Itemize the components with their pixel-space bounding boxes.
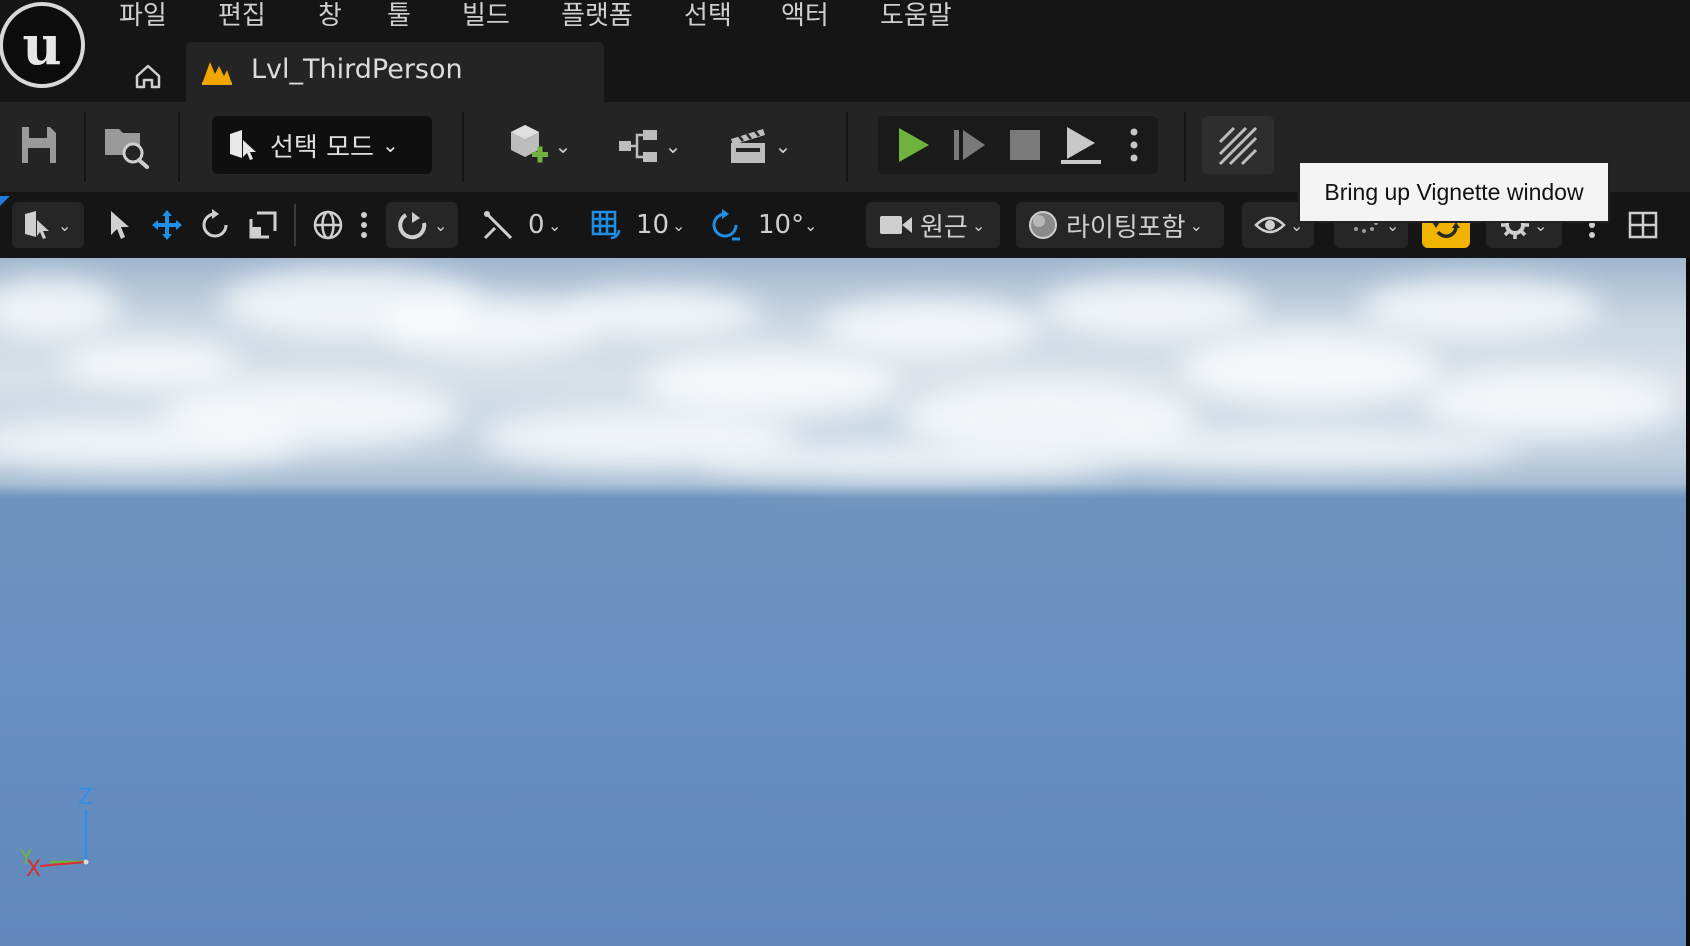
- angle-snap-value[interactable]: 0: [528, 210, 545, 240]
- eye-icon: [1254, 216, 1286, 234]
- rotation-snap-value[interactable]: 10°: [758, 210, 804, 240]
- level-tab[interactable]: Lvl_ThirdPerson: [186, 42, 604, 102]
- transform-options-button[interactable]: [356, 206, 372, 244]
- axis-z-label: Z: [78, 785, 93, 810]
- level-tab-label: Lvl_ThirdPerson: [251, 54, 463, 85]
- menu-platform[interactable]: 플랫폼: [561, 0, 633, 32]
- move-icon: [152, 210, 182, 240]
- menu-tools[interactable]: 툴: [387, 0, 411, 32]
- eject-button[interactable]: [1056, 120, 1106, 170]
- lighting-mode-dropdown[interactable]: 라이팅포함 ⌄: [1016, 202, 1224, 248]
- chevron-down-icon[interactable]: ⌄: [672, 216, 685, 235]
- simulate-button[interactable]: [944, 120, 994, 170]
- stop-icon: [1010, 130, 1040, 160]
- viewport-options-button[interactable]: ⌄: [12, 202, 84, 248]
- viewport-border: [1686, 258, 1690, 946]
- axis-y-label: Y: [19, 845, 33, 869]
- scale-icon: [249, 211, 277, 239]
- save-button[interactable]: [18, 122, 60, 168]
- grid-snap-toggle[interactable]: [586, 206, 626, 244]
- home-tab[interactable]: [125, 54, 171, 98]
- layout-grid-icon: [1628, 211, 1658, 239]
- platforms-button[interactable]: [1202, 116, 1274, 174]
- browse-content-button[interactable]: [102, 120, 152, 170]
- surface-snap-button[interactable]: ⌄: [386, 202, 458, 248]
- play-controls: [878, 116, 1158, 174]
- menu-build[interactable]: 빌드: [462, 0, 510, 32]
- home-icon: [135, 64, 161, 89]
- mode-label: 선택 모드: [270, 132, 374, 163]
- folder-search-icon: [105, 129, 149, 169]
- chevron-down-icon: ⌄: [971, 215, 986, 235]
- cinematics-button[interactable]: ⌄: [722, 120, 796, 172]
- angle-snap-icon-button[interactable]: [478, 206, 518, 244]
- mode-dropdown[interactable]: 선택 모드 ⌄: [212, 116, 432, 174]
- step-icon: [954, 130, 985, 160]
- chevron-down-icon: ⌄: [1189, 215, 1204, 235]
- angle-snap-icon: [483, 210, 513, 240]
- kebab-menu-icon: [1130, 128, 1138, 162]
- translate-tool-button[interactable]: [148, 206, 186, 244]
- kebab-menu-icon: [361, 212, 367, 238]
- menu-help[interactable]: 도움말: [880, 0, 952, 32]
- play-button[interactable]: [888, 120, 938, 170]
- chevron-down-icon: ⌄: [434, 215, 448, 235]
- cursor-icon: [111, 211, 129, 239]
- viewport-select-icon: [25, 211, 49, 239]
- grid-snap-value[interactable]: 10: [636, 210, 669, 240]
- view-mode-label: 원근: [920, 212, 968, 243]
- select-mode-icon: [230, 130, 256, 160]
- blueprint-icon: [618, 130, 657, 162]
- perspective-dropdown[interactable]: 원근 ⌄: [866, 202, 1000, 248]
- world-local-toggle[interactable]: [308, 206, 348, 244]
- rotate-icon: [202, 209, 228, 238]
- play-options-button[interactable]: [1116, 120, 1152, 170]
- vignette-tooltip: Bring up Vignette window: [1298, 161, 1610, 223]
- hatch-icon: [1218, 126, 1258, 166]
- menu-actor[interactable]: 액터: [781, 0, 829, 32]
- layout-button[interactable]: [1624, 206, 1662, 244]
- chevron-down-icon[interactable]: ⌄: [548, 216, 561, 235]
- stop-button[interactable]: [1000, 120, 1050, 170]
- unreal-logo-icon[interactable]: u: [0, 0, 86, 90]
- save-icon: [22, 127, 56, 163]
- add-actor-button[interactable]: ⌄: [502, 120, 576, 172]
- clapperboard-icon: [730, 129, 765, 163]
- lit-sphere-icon: [1029, 211, 1057, 239]
- play-icon: [899, 128, 929, 162]
- scale-tool-button[interactable]: [244, 206, 282, 244]
- level-viewport[interactable]: Z X Y: [0, 258, 1686, 946]
- rotation-snap-toggle[interactable]: [706, 206, 746, 244]
- rotate-tool-button[interactable]: [196, 206, 234, 244]
- svg-text:u: u: [22, 13, 61, 77]
- rotation-snap-icon: [712, 209, 740, 241]
- chevron-down-icon: ⌄: [774, 134, 792, 158]
- lighting-label: 라이팅포함: [1066, 212, 1186, 243]
- menu-file[interactable]: 파일: [119, 0, 167, 32]
- add-actor-icon: [510, 125, 548, 163]
- axis-gizmo: Z X Y: [19, 785, 93, 880]
- eject-icon: [1061, 127, 1101, 164]
- select-tool-button[interactable]: [104, 206, 136, 244]
- chevron-down-icon: ⌄: [58, 215, 72, 235]
- level-icon: [202, 62, 232, 85]
- globe-icon: [313, 210, 343, 240]
- magnet-icon: [398, 212, 427, 240]
- menu-edit[interactable]: 편집: [218, 0, 266, 32]
- chevron-down-icon[interactable]: ⌄: [804, 216, 817, 235]
- blueprints-button[interactable]: ⌄: [612, 120, 686, 172]
- chevron-down-icon: ⌄: [381, 133, 399, 157]
- chevron-down-icon: ⌄: [664, 134, 682, 158]
- chevron-down-icon: ⌄: [554, 134, 572, 158]
- menu-select[interactable]: 선택: [684, 0, 732, 32]
- camera-icon: [880, 216, 912, 234]
- grid-icon: [591, 210, 621, 240]
- menu-window[interactable]: 창: [318, 0, 342, 32]
